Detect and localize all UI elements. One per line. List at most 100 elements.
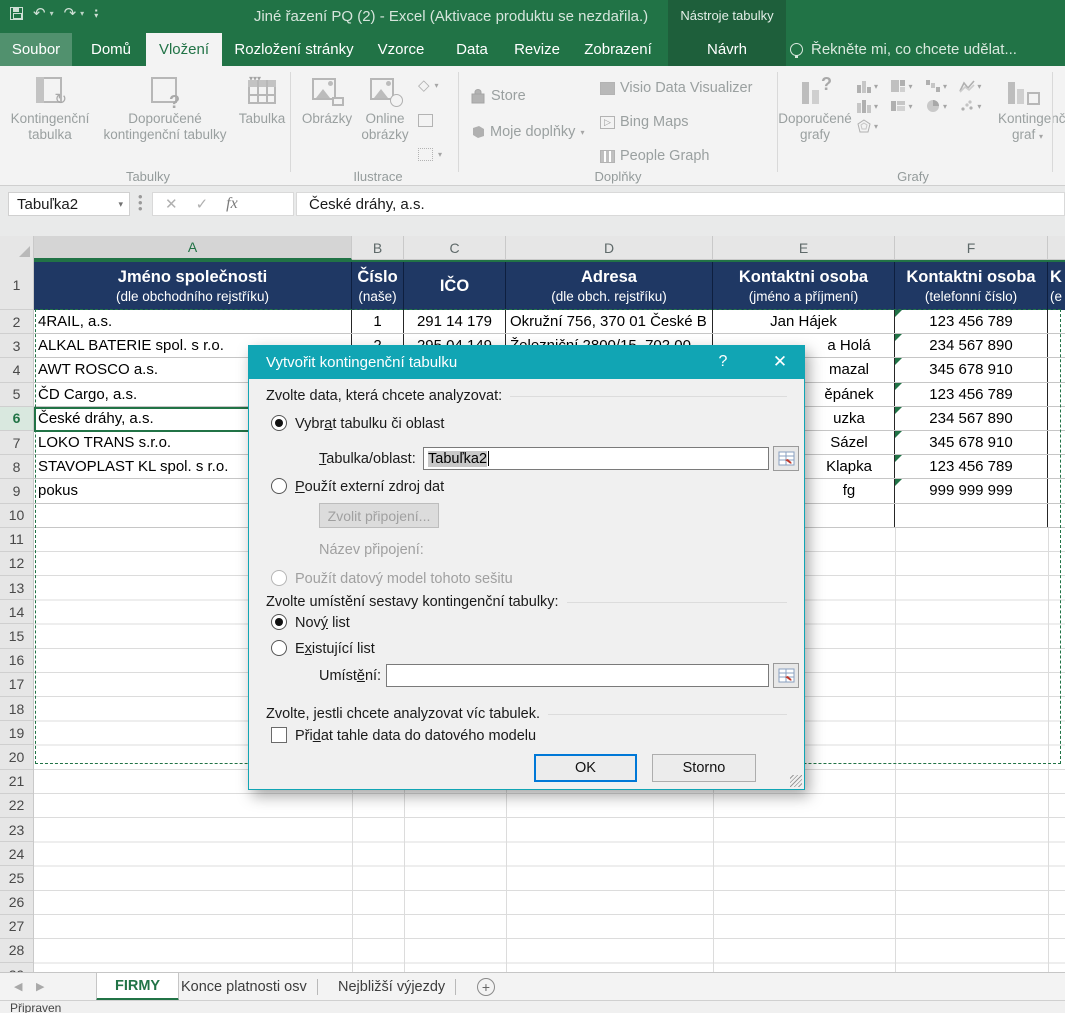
cancel-entry-icon[interactable]: ✕ [165, 195, 178, 213]
pivot-chart-button[interactable]: Kontingenčn graf ▾ [998, 74, 1065, 145]
dialog-close-icon[interactable]: ✕ [765, 352, 795, 372]
dialog-help-icon[interactable]: ? [711, 353, 735, 371]
visio-visualizer-button[interactable]: Visio Data Visualizer [600, 80, 752, 96]
tab-view[interactable]: Zobrazení [576, 33, 660, 66]
sheet-nav-left-icon[interactable]: ◀ [14, 980, 22, 993]
location-input[interactable] [386, 664, 769, 687]
row-header-28[interactable]: 28 [0, 939, 33, 963]
online-pictures-button[interactable]: Online obrázky [356, 74, 414, 143]
histogram-chart-button[interactable]: ▾ [856, 99, 878, 113]
hierarchy-chart-button[interactable]: ▾ [890, 99, 912, 113]
cell-address[interactable]: Okružní 756, 370 01 České B [506, 310, 713, 333]
table-header-row[interactable]: Jméno společnosti(dle obchodního rejstří… [34, 260, 1065, 310]
row-header-9[interactable]: 9 [0, 479, 33, 503]
redo-dropdown-icon[interactable]: ▾ [80, 9, 84, 18]
confirm-entry-icon[interactable]: ✓ [196, 195, 209, 213]
pivot-table-button[interactable]: ↻ Kontingenční tabulka [8, 74, 92, 143]
radio-new-sheet[interactable] [271, 614, 287, 630]
row-header-23[interactable]: 23 [0, 818, 33, 842]
row-header-13[interactable]: 13 [0, 576, 33, 600]
name-box[interactable]: Tabuľka2 ▾ [8, 192, 130, 216]
row-header-12[interactable]: 12 [0, 552, 33, 576]
row-header-16[interactable]: 16 [0, 649, 33, 673]
waterfall-chart-button[interactable]: ▾ [925, 79, 947, 93]
scatter-chart-button[interactable]: ▾ [959, 99, 981, 113]
tab-formulas[interactable]: Vzorce [366, 33, 436, 66]
column-header-e[interactable]: E [713, 236, 895, 260]
my-addins-button[interactable]: Moje doplňky▾ [470, 124, 584, 140]
row-header-17[interactable]: 17 [0, 673, 33, 697]
row-header-18[interactable]: 18 [0, 697, 33, 721]
pie-chart-button[interactable]: ▾ [925, 99, 947, 113]
new-sheet-button[interactable]: + [477, 978, 495, 996]
row-header-5[interactable]: 5 [0, 383, 33, 407]
cell-email-stub[interactable] [1048, 455, 1065, 478]
redo-icon[interactable]: ↷ [64, 4, 77, 22]
tab-home[interactable]: Domů [86, 33, 136, 66]
tell-me-box[interactable]: Řekněte mi, co chcete udělat... [790, 33, 1017, 66]
customize-qat-icon[interactable]: ▪▾ [94, 8, 98, 18]
cell-email-stub[interactable] [1048, 479, 1065, 502]
column-header-c[interactable]: C [404, 236, 506, 260]
row-header-27[interactable]: 27 [0, 915, 33, 939]
cell-phone[interactable]: 999 999 999 [895, 479, 1048, 502]
row-header-29[interactable]: 29 [0, 963, 33, 972]
row-header-22[interactable]: 22 [0, 794, 33, 818]
cell-ico[interactable]: 291 14 179 [404, 310, 506, 333]
formula-bar-splitter[interactable]: ••• [138, 194, 143, 212]
treemap-chart-button[interactable]: ▾ [890, 79, 912, 93]
bing-maps-button[interactable]: ▷ Bing Maps [600, 114, 689, 130]
people-graph-button[interactable]: People Graph [600, 148, 709, 164]
radio-data-model[interactable] [271, 570, 287, 586]
cell-email-stub[interactable] [1048, 407, 1065, 430]
row-header-25[interactable]: 25 [0, 866, 33, 890]
ok-button[interactable]: OK [534, 754, 637, 782]
table-range-input[interactable]: Tabuľka2 [423, 447, 769, 470]
tab-insert[interactable]: Vložení [146, 33, 222, 66]
sheet-nav-right-icon[interactable]: ▶ [36, 980, 44, 993]
tab-design[interactable]: Návrh [668, 33, 786, 66]
row-header-11[interactable]: 11 [0, 528, 33, 552]
radar-chart-button[interactable]: ▾ [856, 119, 878, 133]
choose-connection-button[interactable]: Zvolit připojení... [319, 503, 439, 528]
cell-contact[interactable]: Jan Hájek [713, 310, 895, 333]
undo-dropdown-icon[interactable]: ▾ [50, 9, 54, 18]
pictures-button[interactable]: Obrázky [298, 74, 356, 127]
table-button[interactable]: ▾▾▾ Tabulka [236, 74, 288, 127]
screenshot-button[interactable]: ▾ [418, 148, 442, 161]
table-row[interactable]: 4RAIL, a.s. 1 291 14 179 Okružní 756, 37… [34, 310, 1065, 334]
cell-email-stub[interactable] [1048, 383, 1065, 406]
undo-icon[interactable]: ↶ [33, 4, 46, 22]
row-header-2[interactable]: 2 [0, 310, 33, 334]
row-header-8[interactable]: 8 [0, 455, 33, 479]
row-header-19[interactable]: 19 [0, 721, 33, 745]
add-to-data-model-checkbox[interactable] [271, 727, 287, 743]
shapes-button[interactable]: ◇▾ [418, 76, 439, 94]
radio-external-source[interactable] [271, 478, 287, 494]
recommended-charts-button[interactable]: ? Doporučené grafy [783, 74, 847, 143]
name-box-dropdown-icon[interactable]: ▾ [118, 199, 123, 210]
row-header-24[interactable]: 24 [0, 842, 33, 866]
column-header-b[interactable]: B [352, 236, 404, 260]
tab-page-layout[interactable]: Rozložení stránky [232, 33, 356, 66]
row-header-7[interactable]: 7 [0, 431, 33, 455]
row-header-15[interactable]: 15 [0, 624, 33, 648]
tab-data[interactable]: Data [448, 33, 496, 66]
column-header-g-stub[interactable] [1048, 236, 1065, 260]
line-chart-button[interactable]: ▾ [959, 79, 981, 93]
column-header-d[interactable]: D [506, 236, 713, 260]
row-header-26[interactable]: 26 [0, 891, 33, 915]
cell-phone[interactable]: 234 567 890 [895, 334, 1048, 357]
location-picker-button[interactable] [773, 663, 799, 688]
cell-email-stub[interactable] [1048, 358, 1065, 381]
formula-input[interactable]: České dráhy, a.s. [296, 192, 1065, 216]
cell-empty[interactable] [1048, 504, 1065, 527]
cell-phone[interactable]: 123 456 789 [895, 383, 1048, 406]
cancel-button[interactable]: Storno [652, 754, 756, 782]
row-header-1[interactable]: 1 [0, 260, 33, 310]
column-header-f[interactable]: F [895, 236, 1048, 260]
cell-company[interactable]: 4RAIL, a.s. [34, 310, 352, 333]
cell-number[interactable]: 1 [352, 310, 404, 333]
select-all-button[interactable] [0, 236, 34, 260]
cell-email-stub[interactable] [1048, 334, 1065, 357]
